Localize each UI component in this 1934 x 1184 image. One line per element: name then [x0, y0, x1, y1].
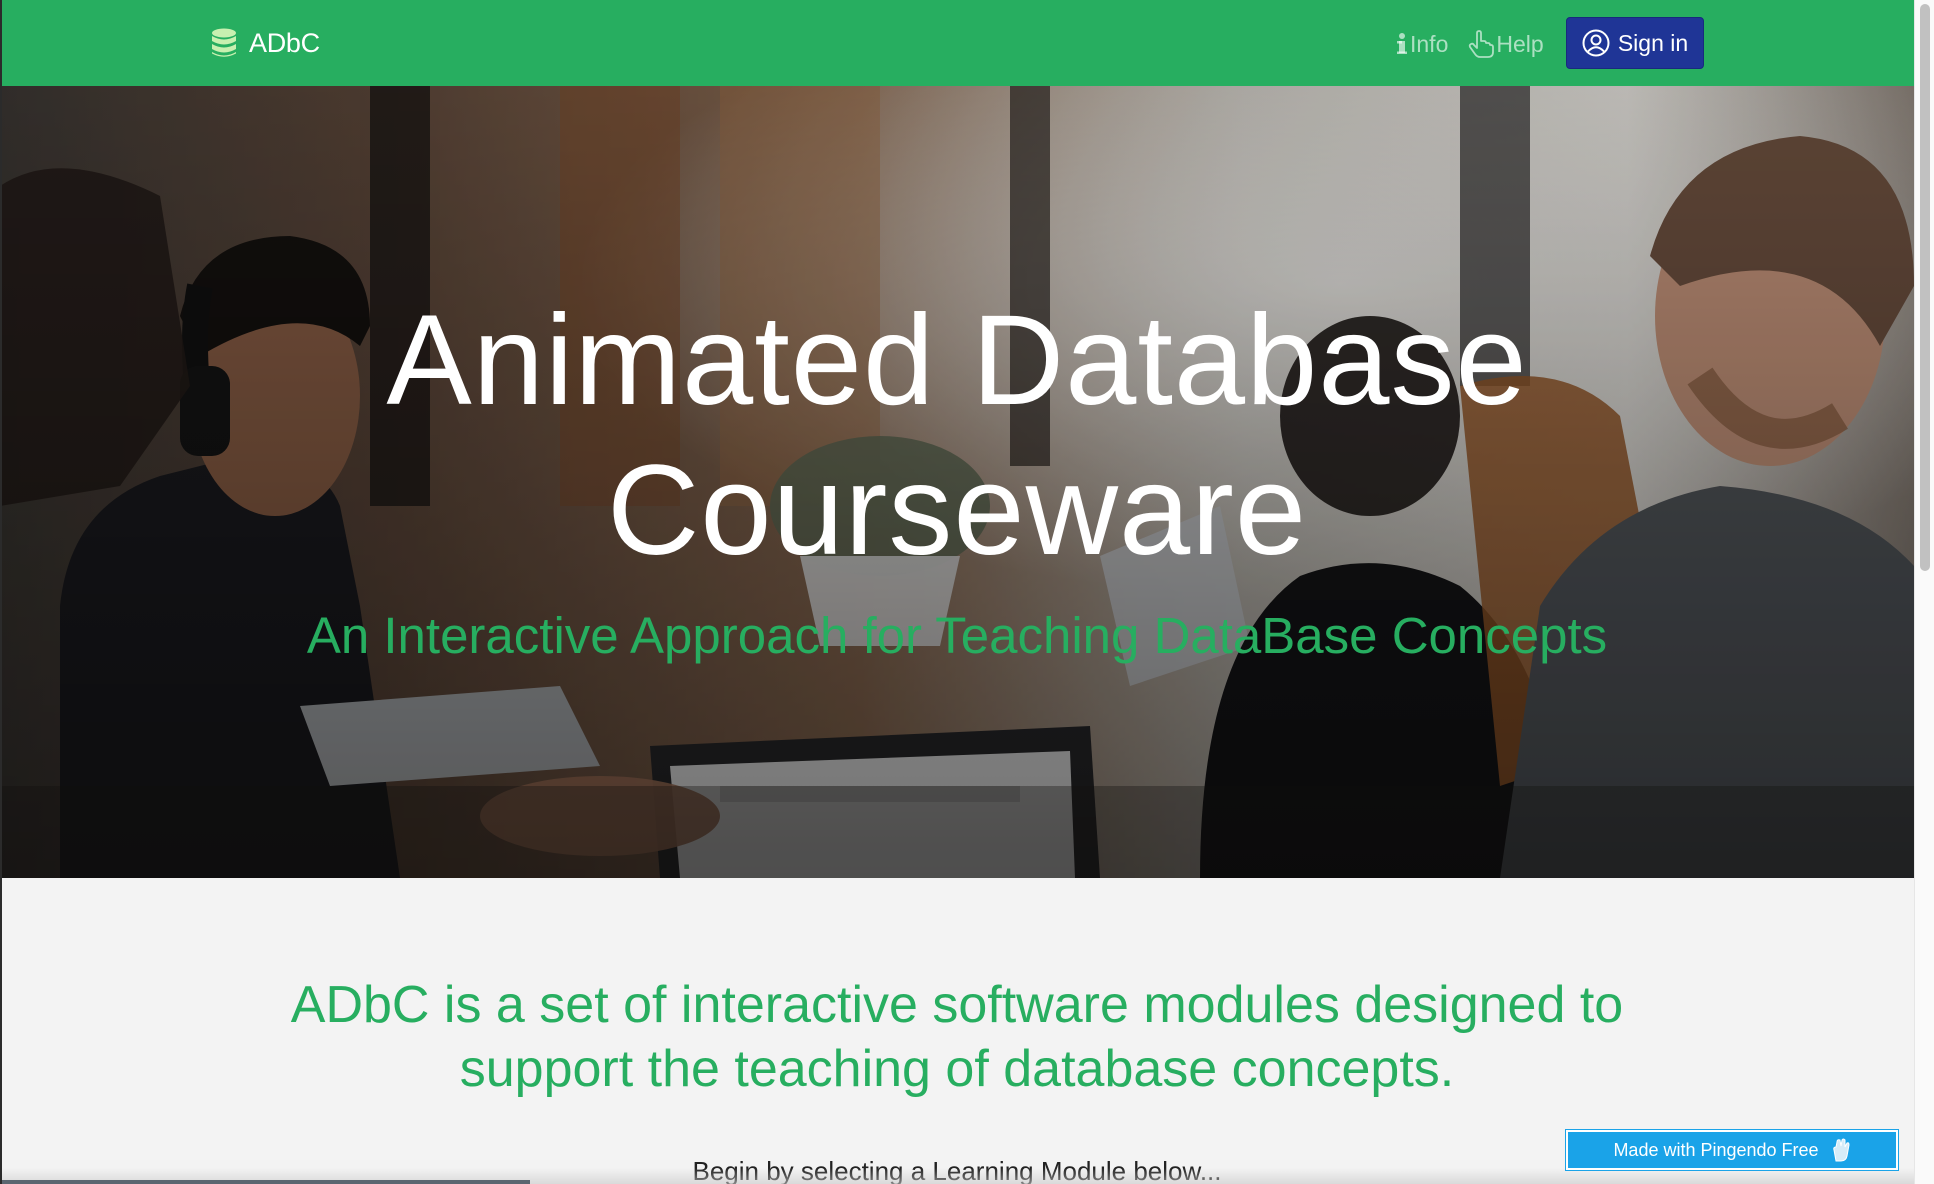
hero-subtitle: An Interactive Approach for Teaching Dat… — [306, 607, 1608, 664]
hero-title: Animated Database Courseware — [0, 286, 1914, 586]
window-left-border — [0, 0, 2, 1184]
pingendo-hand-icon — [1819, 1138, 1851, 1162]
database-icon — [211, 28, 237, 58]
bottom-edge-bar — [0, 1180, 530, 1184]
pingendo-badge[interactable]: Made with Pingendo Free — [1566, 1130, 1898, 1170]
vertical-scrollbar[interactable] — [1914, 0, 1934, 1184]
hero-section: Animated Database Courseware An Interact… — [0, 86, 1914, 878]
user-circle-icon — [1582, 29, 1618, 57]
navbar: ADbC Info Help Sign in — [0, 0, 1914, 86]
nav-link-help[interactable]: Help — [1468, 30, 1544, 58]
brand-link[interactable]: ADbC — [211, 25, 320, 61]
nav-links: Info Help — [1396, 26, 1564, 62]
info-icon — [1396, 32, 1410, 56]
nav-link-info-label: Info — [1410, 30, 1449, 57]
pointing-hand-icon — [1468, 30, 1496, 58]
intro-heading: ADbC is a set of interactive software mo… — [0, 973, 1914, 1101]
viewport: ADbC Info Help Sign in Animated Database… — [0, 0, 1914, 1184]
hero-title-line-2: Courseware — [606, 439, 1308, 582]
hero-title-line-1: Animated Database — [386, 289, 1528, 432]
nav-link-help-label: Help — [1496, 30, 1544, 57]
browser-page: ADbC Info Help Sign in Animated Database… — [0, 0, 1934, 1184]
intro-heading-line-1: ADbC is a set of interactive software mo… — [290, 976, 1624, 1034]
pingendo-badge-label: Made with Pingendo Free — [1613, 1139, 1819, 1160]
sign-in-button[interactable]: Sign in — [1566, 17, 1704, 69]
intro-heading-line-2: support the teaching of database concept… — [459, 1040, 1455, 1098]
nav-link-info[interactable]: Info — [1396, 31, 1448, 58]
brand-name: ADbC — [249, 27, 320, 58]
sign-in-label: Sign in — [1617, 29, 1689, 56]
scrollbar-thumb[interactable] — [1920, 4, 1930, 571]
